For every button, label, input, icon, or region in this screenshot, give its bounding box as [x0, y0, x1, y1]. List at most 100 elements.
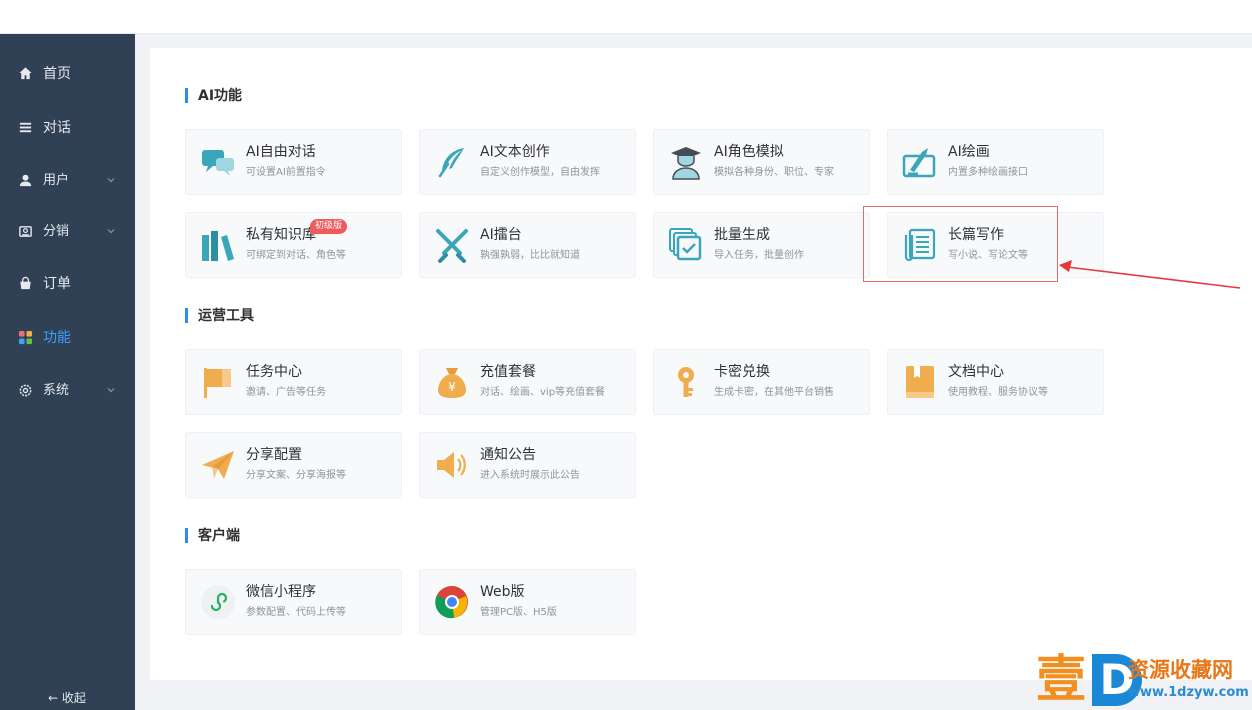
sidebar-item-users[interactable]: 用户: [0, 161, 135, 201]
card-share-config[interactable]: 分享配置 分享文案、分享海报等: [185, 432, 402, 498]
card-private-knowledge-base[interactable]: 私有知识库 初级版 可绑定到对话、角色等: [185, 212, 402, 278]
card-task-center[interactable]: 任务中心 邀请、广告等任务: [185, 349, 402, 415]
card-description: 模拟各种身份、职位、专家: [714, 167, 834, 178]
sidebar-item-chat[interactable]: 对话: [0, 108, 135, 148]
speaker-icon: [437, 452, 466, 478]
list-icon: [19, 122, 32, 133]
card-title: Web版: [480, 584, 525, 600]
card-description: 参数配置、代码上传等: [246, 607, 346, 618]
money-bag-icon: ¥: [438, 368, 466, 398]
card-description: 管理PC版、H5版: [480, 607, 557, 618]
card-title: 充值套餐: [480, 364, 536, 380]
card-ai-role-play[interactable]: AI角色模拟 模拟各种身份、职位、专家: [653, 129, 870, 195]
card-description: 导入任务，批量创作: [714, 250, 804, 261]
section-accent-bar: [185, 527, 188, 543]
annotation-highlight-box: [863, 206, 1058, 282]
paper-plane-icon: [202, 451, 234, 479]
gear-icon: [19, 384, 32, 397]
card-description: 生成卡密，在其他平台销售: [714, 387, 834, 398]
card-description: 内置多种绘画接口: [948, 167, 1028, 178]
chevron-down-icon: [107, 178, 115, 183]
key-icon: [678, 367, 694, 397]
sidebar-item-label: 对话: [43, 120, 71, 136]
card-description: 可设置AI前置指令: [246, 167, 326, 178]
card-description: 自定义创作模型，自由发挥: [480, 167, 600, 178]
card-description: 使用教程、服务协议等: [948, 387, 1048, 398]
card-batch-generation[interactable]: 批量生成 导入任务，批量创作: [653, 212, 870, 278]
collapse-sidebar-button[interactable]: ← 收起: [48, 689, 86, 706]
document-book-icon: [906, 366, 934, 398]
card-wechat-mini-program[interactable]: 微信小程序 参数配置、代码上传等: [185, 569, 402, 635]
sidebar-item-label: 订单: [43, 276, 71, 292]
watermark-url: www.1dzyw.com: [1128, 685, 1249, 700]
card-recharge-package[interactable]: ¥ 充值套餐 对话、绘画、vip等充值套餐: [419, 349, 636, 415]
card-title: 私有知识库: [246, 227, 316, 243]
chevron-down-icon: [107, 229, 115, 234]
card-document-center[interactable]: 文档中心 使用教程、服务协议等: [887, 349, 1104, 415]
section-accent-bar: [185, 307, 188, 323]
batch-check-icon: [669, 228, 702, 261]
sidebar-item-system[interactable]: 系统: [0, 371, 135, 411]
card-title: AI擂台: [480, 227, 522, 243]
sidebar-item-orders[interactable]: 订单: [0, 264, 135, 304]
card-ai-painting[interactable]: AI绘画 内置多种绘画接口: [887, 129, 1104, 195]
books-icon: [202, 231, 234, 261]
card-title: 任务中心: [246, 364, 302, 380]
card-title: 分享配置: [246, 447, 302, 463]
feather-icon: [438, 148, 464, 178]
section-title-clients: 客户端: [185, 525, 240, 545]
edition-badge: 初级版: [310, 219, 348, 234]
distribution-icon: [19, 226, 32, 237]
card-web-version[interactable]: Web版 管理PC版、H5版: [419, 569, 636, 635]
chrome-icon: [435, 586, 468, 619]
section-title-ai: AI功能: [185, 85, 242, 105]
top-header-bar: [0, 0, 1252, 34]
watermark-text: 资源收藏网: [1128, 658, 1233, 682]
sidebar-item-distribution[interactable]: 分销: [0, 212, 135, 252]
flag-icon: [204, 368, 231, 398]
sidebar-item-label: 用户: [43, 173, 70, 188]
card-description: 分享文案、分享海报等: [246, 470, 346, 481]
crossed-swords-icon: [436, 229, 468, 263]
card-ai-text-creation[interactable]: AI文本创作 自定义创作模型，自由发挥: [419, 129, 636, 195]
section-accent-bar: [185, 87, 188, 103]
sidebar-item-home[interactable]: 首页: [0, 54, 135, 94]
section-title-text: 客户端: [198, 528, 240, 544]
card-title: 通知公告: [480, 447, 536, 463]
sidebar-item-label: 功能: [43, 330, 71, 346]
card-description: 孰强孰弱，比比就知道: [480, 250, 580, 261]
card-title: AI文本创作: [480, 144, 550, 160]
card-ai-free-chat[interactable]: AI自由对话 可设置AI前置指令: [185, 129, 402, 195]
card-title: AI角色模拟: [714, 144, 784, 160]
section-title-text: AI功能: [198, 88, 243, 104]
card-description: 进入系统时展示此公告: [480, 470, 580, 481]
chevron-down-icon: [107, 388, 115, 393]
card-description: 可绑定到对话、角色等: [246, 250, 346, 261]
home-icon: [19, 67, 32, 80]
chat-bubbles-icon: [202, 150, 234, 176]
apps-icon: [18, 330, 33, 345]
order-icon: [20, 276, 31, 290]
card-title: AI自由对话: [246, 144, 316, 160]
sidebar: 首页 对话 用户 分销 订单 功能 系统 ← 收起: [0, 34, 135, 710]
card-description: 邀请、广告等任务: [246, 387, 326, 398]
watermark-logo: 壹 D 资源收藏网 www.1dzyw.com: [1036, 650, 1252, 710]
section-title-text: 运营工具: [198, 308, 254, 324]
sidebar-item-label: 首页: [43, 66, 71, 82]
sidebar-item-label: 系统: [43, 383, 70, 398]
sidebar-item-label: 分销: [43, 224, 70, 239]
graduate-icon: [671, 147, 701, 180]
card-card-key-redeem[interactable]: 卡密兑换 生成卡密，在其他平台销售: [653, 349, 870, 415]
card-ai-arena[interactable]: AI擂台 孰强孰弱，比比就知道: [419, 212, 636, 278]
svg-text:¥: ¥: [448, 380, 456, 394]
card-notice-announcement[interactable]: 通知公告 进入系统时展示此公告: [419, 432, 636, 498]
card-title: 卡密兑换: [714, 364, 770, 380]
mini-program-icon: [201, 585, 235, 619]
annotation-arrow-icon: [1059, 260, 1241, 289]
paint-icon: [902, 148, 936, 178]
watermark-glyph: 壹: [1036, 650, 1086, 708]
card-description: 对话、绘画、vip等充值套餐: [480, 387, 606, 398]
sidebar-item-features[interactable]: 功能: [0, 318, 135, 358]
card-title: 微信小程序: [246, 584, 316, 600]
section-title-operations: 运营工具: [185, 305, 254, 325]
